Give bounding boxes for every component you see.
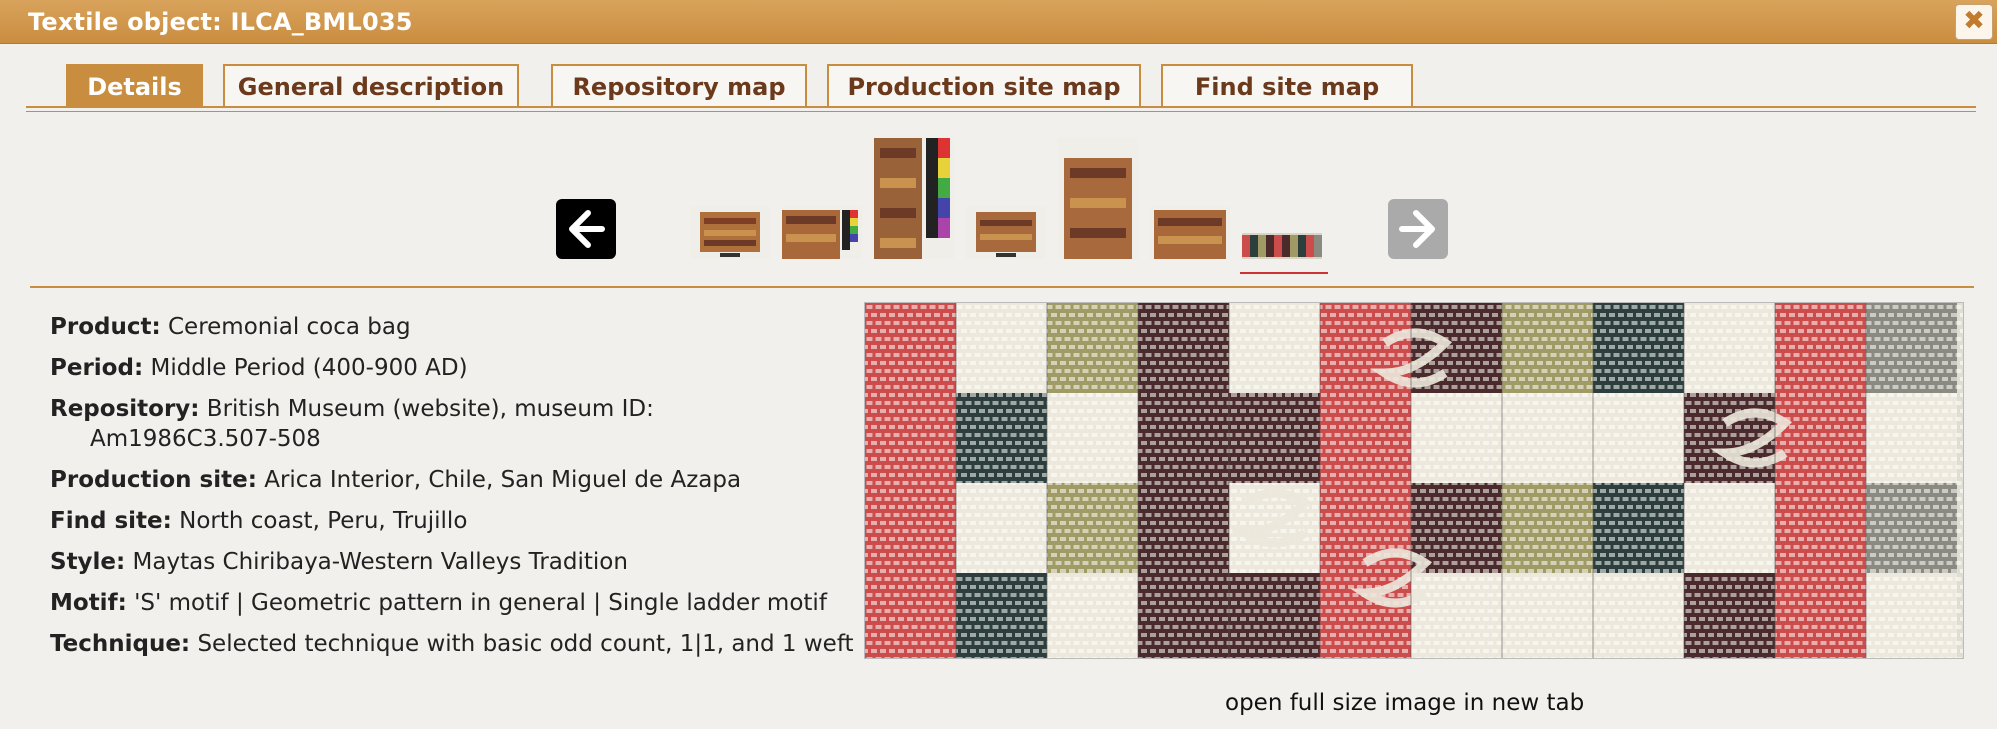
detail-style: Style: Maytas Chiribaya-Western Valleys … [50, 549, 628, 575]
tab-bar: Details General description Repository m… [26, 64, 1976, 112]
thumbnail-4[interactable] [966, 206, 1046, 259]
textile-pattern-graphic [865, 303, 1963, 658]
window-title: Textile object: ILCA_BML035 [28, 8, 413, 36]
thumbnail-image [782, 206, 862, 259]
detail-period: Period: Middle Period (400-900 AD) [50, 355, 468, 381]
tab-underline [26, 106, 1976, 108]
details-panel: Product: Ceremonial coca bag Period: Mid… [50, 312, 854, 670]
detail-repository: Repository: British Museum (website), mu… [50, 396, 654, 452]
thumbnail-image [874, 138, 954, 259]
thumbnail-image [690, 206, 770, 259]
title-bar: Textile object: ILCA_BML035 ✖ [0, 0, 1997, 44]
thumbnail-3[interactable] [874, 138, 954, 259]
thumbnail-image [966, 206, 1046, 259]
tab-general-description[interactable]: General description [223, 64, 519, 108]
detail-production-site: Production site: Arica Interior, Chile, … [50, 467, 742, 493]
next-image-button[interactable] [1388, 199, 1448, 259]
thumbnail-7-selected[interactable] [1242, 233, 1322, 259]
thumbnail-image [1150, 206, 1230, 259]
image-gallery [0, 130, 1997, 280]
detail-technique: Technique: Selected technique with basic… [50, 631, 854, 657]
tab-repository-map[interactable]: Repository map [551, 64, 807, 108]
previous-image-button[interactable] [556, 199, 616, 259]
selected-thumbnail-indicator [1240, 272, 1328, 274]
thumbnail-5[interactable] [1058, 138, 1138, 259]
tab-underline-secondary [26, 111, 1976, 112]
tab-find-site-map[interactable]: Find site map [1161, 64, 1413, 108]
open-full-size-link[interactable]: open full size image in new tab [1225, 690, 1584, 716]
thumbnail-1[interactable] [690, 206, 770, 259]
section-divider [30, 286, 1974, 288]
close-button[interactable]: ✖ [1955, 4, 1993, 40]
detail-motif: Motif: 'S' motif | Geometric pattern in … [50, 590, 827, 616]
arrow-left-icon [569, 210, 605, 248]
thumbnail-6[interactable] [1150, 206, 1230, 259]
tab-production-site-map[interactable]: Production site map [827, 64, 1141, 108]
thumbnail-image [1242, 233, 1322, 259]
tab-details[interactable]: Details [66, 64, 203, 108]
arrow-right-icon [1399, 210, 1435, 248]
detail-product: Product: Ceremonial coca bag [50, 314, 411, 340]
detail-find-site: Find site: North coast, Peru, Trujillo [50, 508, 468, 534]
textile-pattern-image[interactable] [864, 302, 1964, 659]
thumbnail-image [1058, 138, 1138, 259]
thumbnail-2[interactable] [782, 206, 862, 259]
